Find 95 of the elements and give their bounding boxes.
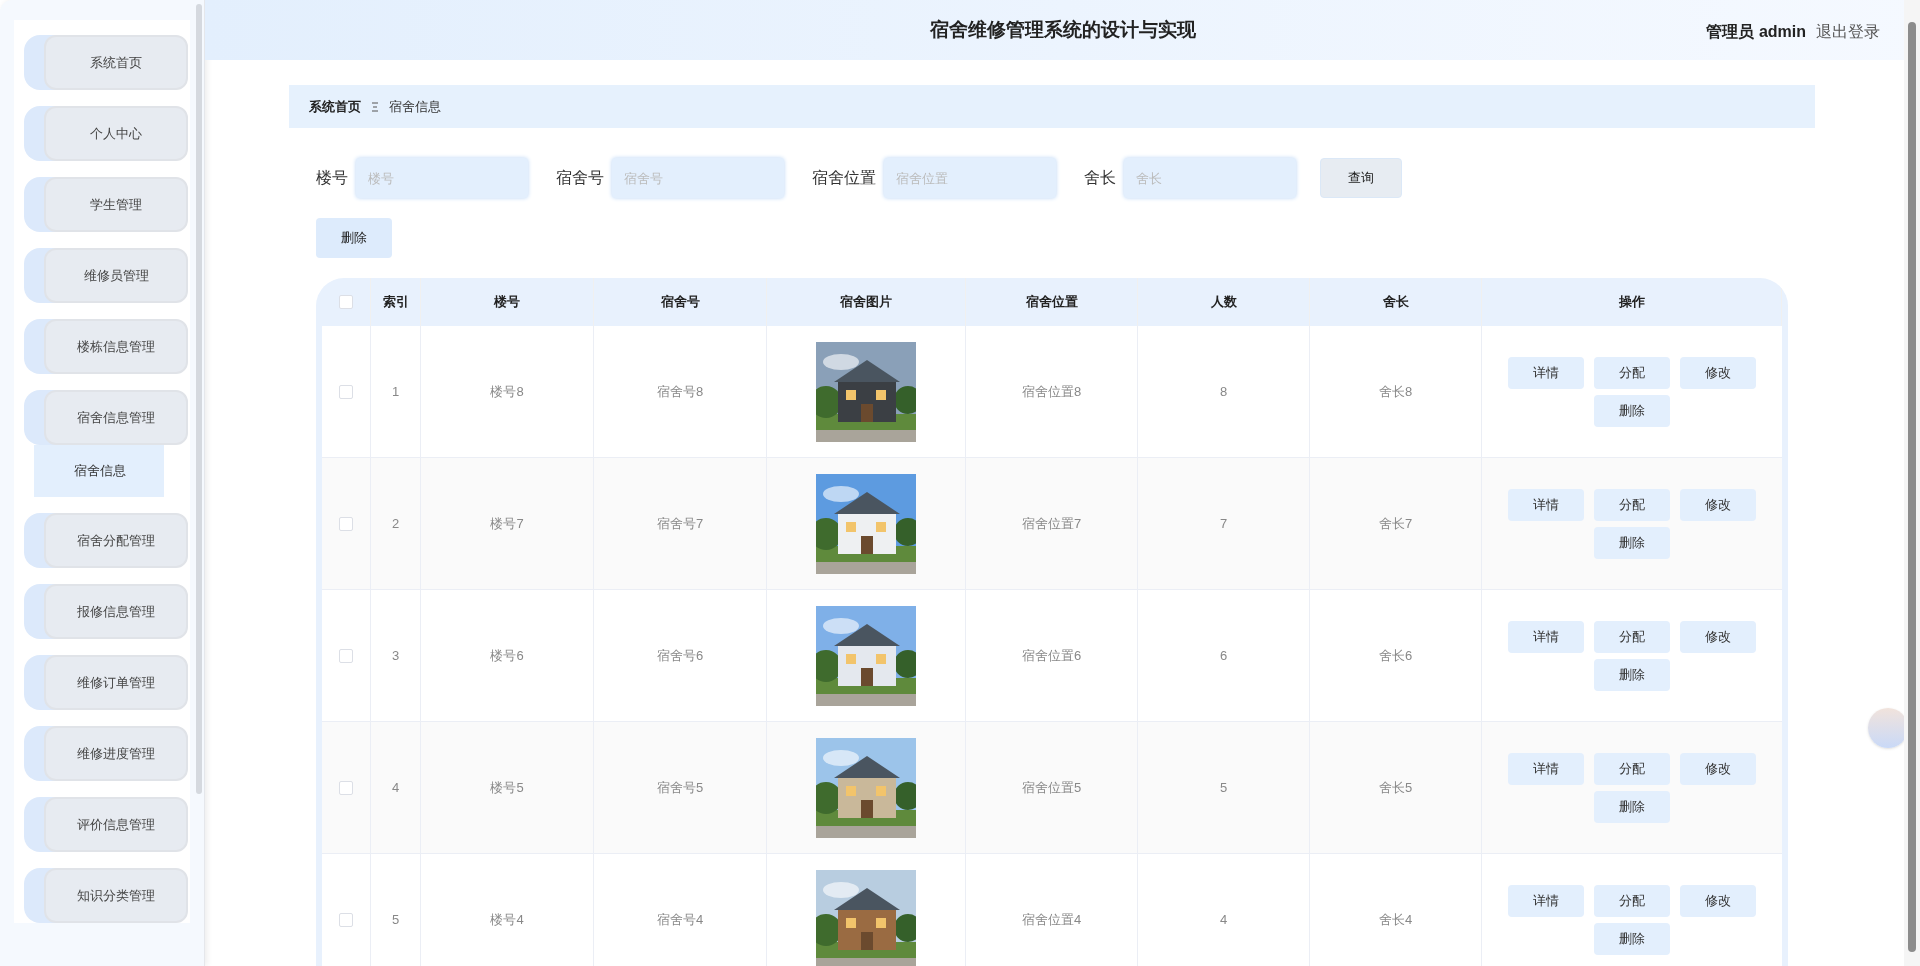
action-button[interactable]: 修改 xyxy=(1680,884,1756,917)
user-label: 管理员 admin xyxy=(1706,22,1806,42)
checkbox[interactable] xyxy=(339,516,353,531)
table-cell-text: 宿舍位置8 xyxy=(1021,382,1082,401)
action-button[interactable]: 分配 xyxy=(1594,752,1670,785)
action-button[interactable]: 详情 xyxy=(1508,884,1584,917)
sidebar-item[interactable]: 报修信息管理 xyxy=(24,584,188,639)
table-cell-text: 宿舍位置4 xyxy=(1021,910,1082,929)
sidebar-item[interactable]: 维修员管理 xyxy=(24,248,188,303)
table-cell-text: 舍长5 xyxy=(1378,778,1413,797)
action-button[interactable]: 分配 xyxy=(1594,356,1670,389)
search-field[interactable]: 宿舍号 xyxy=(612,158,784,198)
table-cell-text: 6 xyxy=(1219,646,1228,665)
field-label: 舍长 xyxy=(1084,168,1116,188)
column-header: 舍长 xyxy=(1382,293,1409,312)
table-cell-text: 宿舍号7 xyxy=(656,514,704,533)
checkbox[interactable] xyxy=(339,780,353,795)
checkbox[interactable] xyxy=(339,648,353,663)
sidebar-item[interactable]: 维修订单管理 xyxy=(24,655,188,710)
table-cell-text: 楼号6 xyxy=(490,646,524,665)
column-header: 宿舍图片 xyxy=(840,293,892,312)
table-cell-text: 舍长8 xyxy=(1378,382,1413,401)
column-header: 楼号 xyxy=(494,293,520,312)
action-button[interactable]: 删除 xyxy=(1594,526,1670,559)
sidebar-item[interactable]: 系统首页 xyxy=(24,35,188,90)
table-cell-text: 宿舍号8 xyxy=(656,382,704,401)
checkbox[interactable] xyxy=(339,912,353,927)
scrollbar-thumb[interactable] xyxy=(196,4,202,794)
action-button[interactable]: 分配 xyxy=(1594,488,1670,521)
checkbox[interactable] xyxy=(339,295,353,309)
sidebar-item[interactable]: 评价信息管理 xyxy=(24,797,188,852)
breadcrumb-link[interactable]: 系统首页 xyxy=(309,96,361,117)
table-cell-text: 7 xyxy=(1219,514,1228,533)
column-header: 索引 xyxy=(382,293,409,312)
logout-link[interactable]: 退出登录 xyxy=(1816,20,1880,44)
action-button[interactable]: 详情 xyxy=(1508,752,1584,785)
table-cell-text: 楼号4 xyxy=(490,910,524,929)
sidebar-item[interactable]: 个人中心 xyxy=(24,106,188,161)
action-button[interactable]: 修改 xyxy=(1680,488,1756,521)
action-button[interactable]: 详情 xyxy=(1508,488,1584,521)
table-cell-text: 5 xyxy=(391,910,400,929)
search-field[interactable]: 宿舍位置 xyxy=(884,158,1056,198)
table-cell-text: 楼号5 xyxy=(490,778,524,797)
scrollbar-thumb[interactable] xyxy=(1908,22,1916,952)
table-cell-text: 2 xyxy=(391,514,400,533)
table-cell-text: 5 xyxy=(1219,778,1228,797)
action-button[interactable]: 详情 xyxy=(1508,356,1584,389)
table-cell-text: 楼号7 xyxy=(490,514,524,533)
action-button[interactable]: 修改 xyxy=(1680,620,1756,653)
checkbox[interactable] xyxy=(339,384,353,399)
sidebar-item[interactable]: 宿舍信息管理 xyxy=(24,390,188,445)
column-header: 宿舍号 xyxy=(660,293,700,312)
sidebar-item[interactable]: 学生管理 xyxy=(24,177,188,232)
sidebar-item[interactable]: 楼栋信息管理 xyxy=(24,319,188,374)
action-button[interactable]: 修改 xyxy=(1680,752,1756,785)
action-button[interactable]: 删除 xyxy=(1594,922,1670,955)
table-cell-text: 舍长7 xyxy=(1378,514,1413,533)
table-cell-text: 楼号8 xyxy=(490,382,524,401)
action-button[interactable]: 删除 xyxy=(1594,790,1670,823)
action-button[interactable]: 删除 xyxy=(1594,658,1670,691)
page-title: 宿舍维修管理系统的设计与实现 xyxy=(929,17,1196,42)
table-cell-text: 8 xyxy=(1219,382,1228,401)
table-cell-text: 宿舍号4 xyxy=(656,910,704,929)
field-label: 宿舍位置 xyxy=(812,168,876,188)
field-label: 楼号 xyxy=(316,168,348,188)
sidebar-item[interactable]: 知识分类管理 xyxy=(24,868,188,923)
column-header: 宿舍位置 xyxy=(1025,293,1078,312)
sidebar-item[interactable]: 宿舍分配管理 xyxy=(24,513,188,568)
field-label: 宿舍号 xyxy=(556,168,604,188)
table-cell-text: 宿舍位置6 xyxy=(1021,646,1082,665)
delete-button[interactable]: 删除 xyxy=(316,218,392,258)
breadcrumb-current: 宿舍信息 xyxy=(389,97,441,116)
search-button[interactable]: 查询 xyxy=(1320,158,1402,198)
column-header: 操作 xyxy=(1618,293,1645,312)
search-field[interactable]: 楼号 xyxy=(356,158,528,198)
action-button[interactable]: 删除 xyxy=(1594,394,1670,427)
table-cell-text: 4 xyxy=(1219,910,1228,929)
search-field[interactable]: 舍长 xyxy=(1124,158,1296,198)
column-header: 人数 xyxy=(1210,293,1237,312)
table-cell-text: 1 xyxy=(391,382,400,401)
table-cell-text: 宿舍号5 xyxy=(656,778,704,797)
action-button[interactable]: 分配 xyxy=(1594,620,1670,653)
table-cell-text: 舍长6 xyxy=(1378,646,1413,665)
sidebar-item[interactable]: 维修进度管理 xyxy=(24,726,188,781)
action-button[interactable]: 修改 xyxy=(1680,356,1756,389)
separator-icon xyxy=(371,101,379,112)
table-cell-text: 3 xyxy=(391,646,400,665)
action-button[interactable]: 分配 xyxy=(1594,884,1670,917)
table-cell-text: 宿舍位置7 xyxy=(1021,514,1082,533)
table-cell-text: 宿舍位置5 xyxy=(1021,778,1082,797)
table-cell-text: 宿舍号6 xyxy=(656,646,704,665)
table-cell-text: 4 xyxy=(391,778,400,797)
action-button[interactable]: 详情 xyxy=(1508,620,1584,653)
table-cell-text: 舍长4 xyxy=(1378,910,1413,929)
sidebar-subitem[interactable]: 宿舍信息 xyxy=(34,445,164,497)
